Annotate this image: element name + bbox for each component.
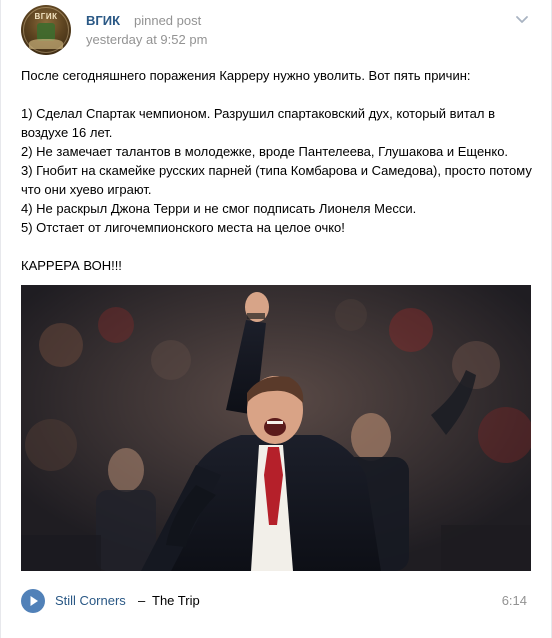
- author-link[interactable]: ВГИК: [86, 13, 120, 28]
- post-photo[interactable]: [21, 285, 531, 571]
- post-header: ВГИК ВГИК pinned post yesterday at 9:52 …: [21, 5, 533, 55]
- audio-artist-link[interactable]: Still Corners: [55, 593, 126, 608]
- play-button[interactable]: [21, 589, 45, 613]
- pinned-label: pinned post: [134, 13, 202, 28]
- chevron-down-icon[interactable]: [515, 15, 529, 25]
- post-time-link[interactable]: yesterday at 9:52 pm: [86, 32, 207, 47]
- audio-attachment[interactable]: Still Corners – The Trip 6:14: [21, 589, 531, 613]
- post-text: После сегодняшнего поражения Карреру нуж…: [21, 68, 532, 273]
- avatar-logo-base: [29, 39, 63, 49]
- avatar[interactable]: ВГИК: [21, 5, 71, 55]
- avatar-logo-text: ВГИК: [34, 12, 58, 21]
- play-icon: [30, 596, 38, 606]
- audio-duration: 6:14: [501, 593, 527, 608]
- audio-title: The Trip: [152, 593, 200, 608]
- wall-post: ВГИК ВГИК pinned post yesterday at 9:52 …: [0, 0, 552, 638]
- photo-illustration: [21, 285, 531, 571]
- audio-separator: –: [138, 593, 146, 608]
